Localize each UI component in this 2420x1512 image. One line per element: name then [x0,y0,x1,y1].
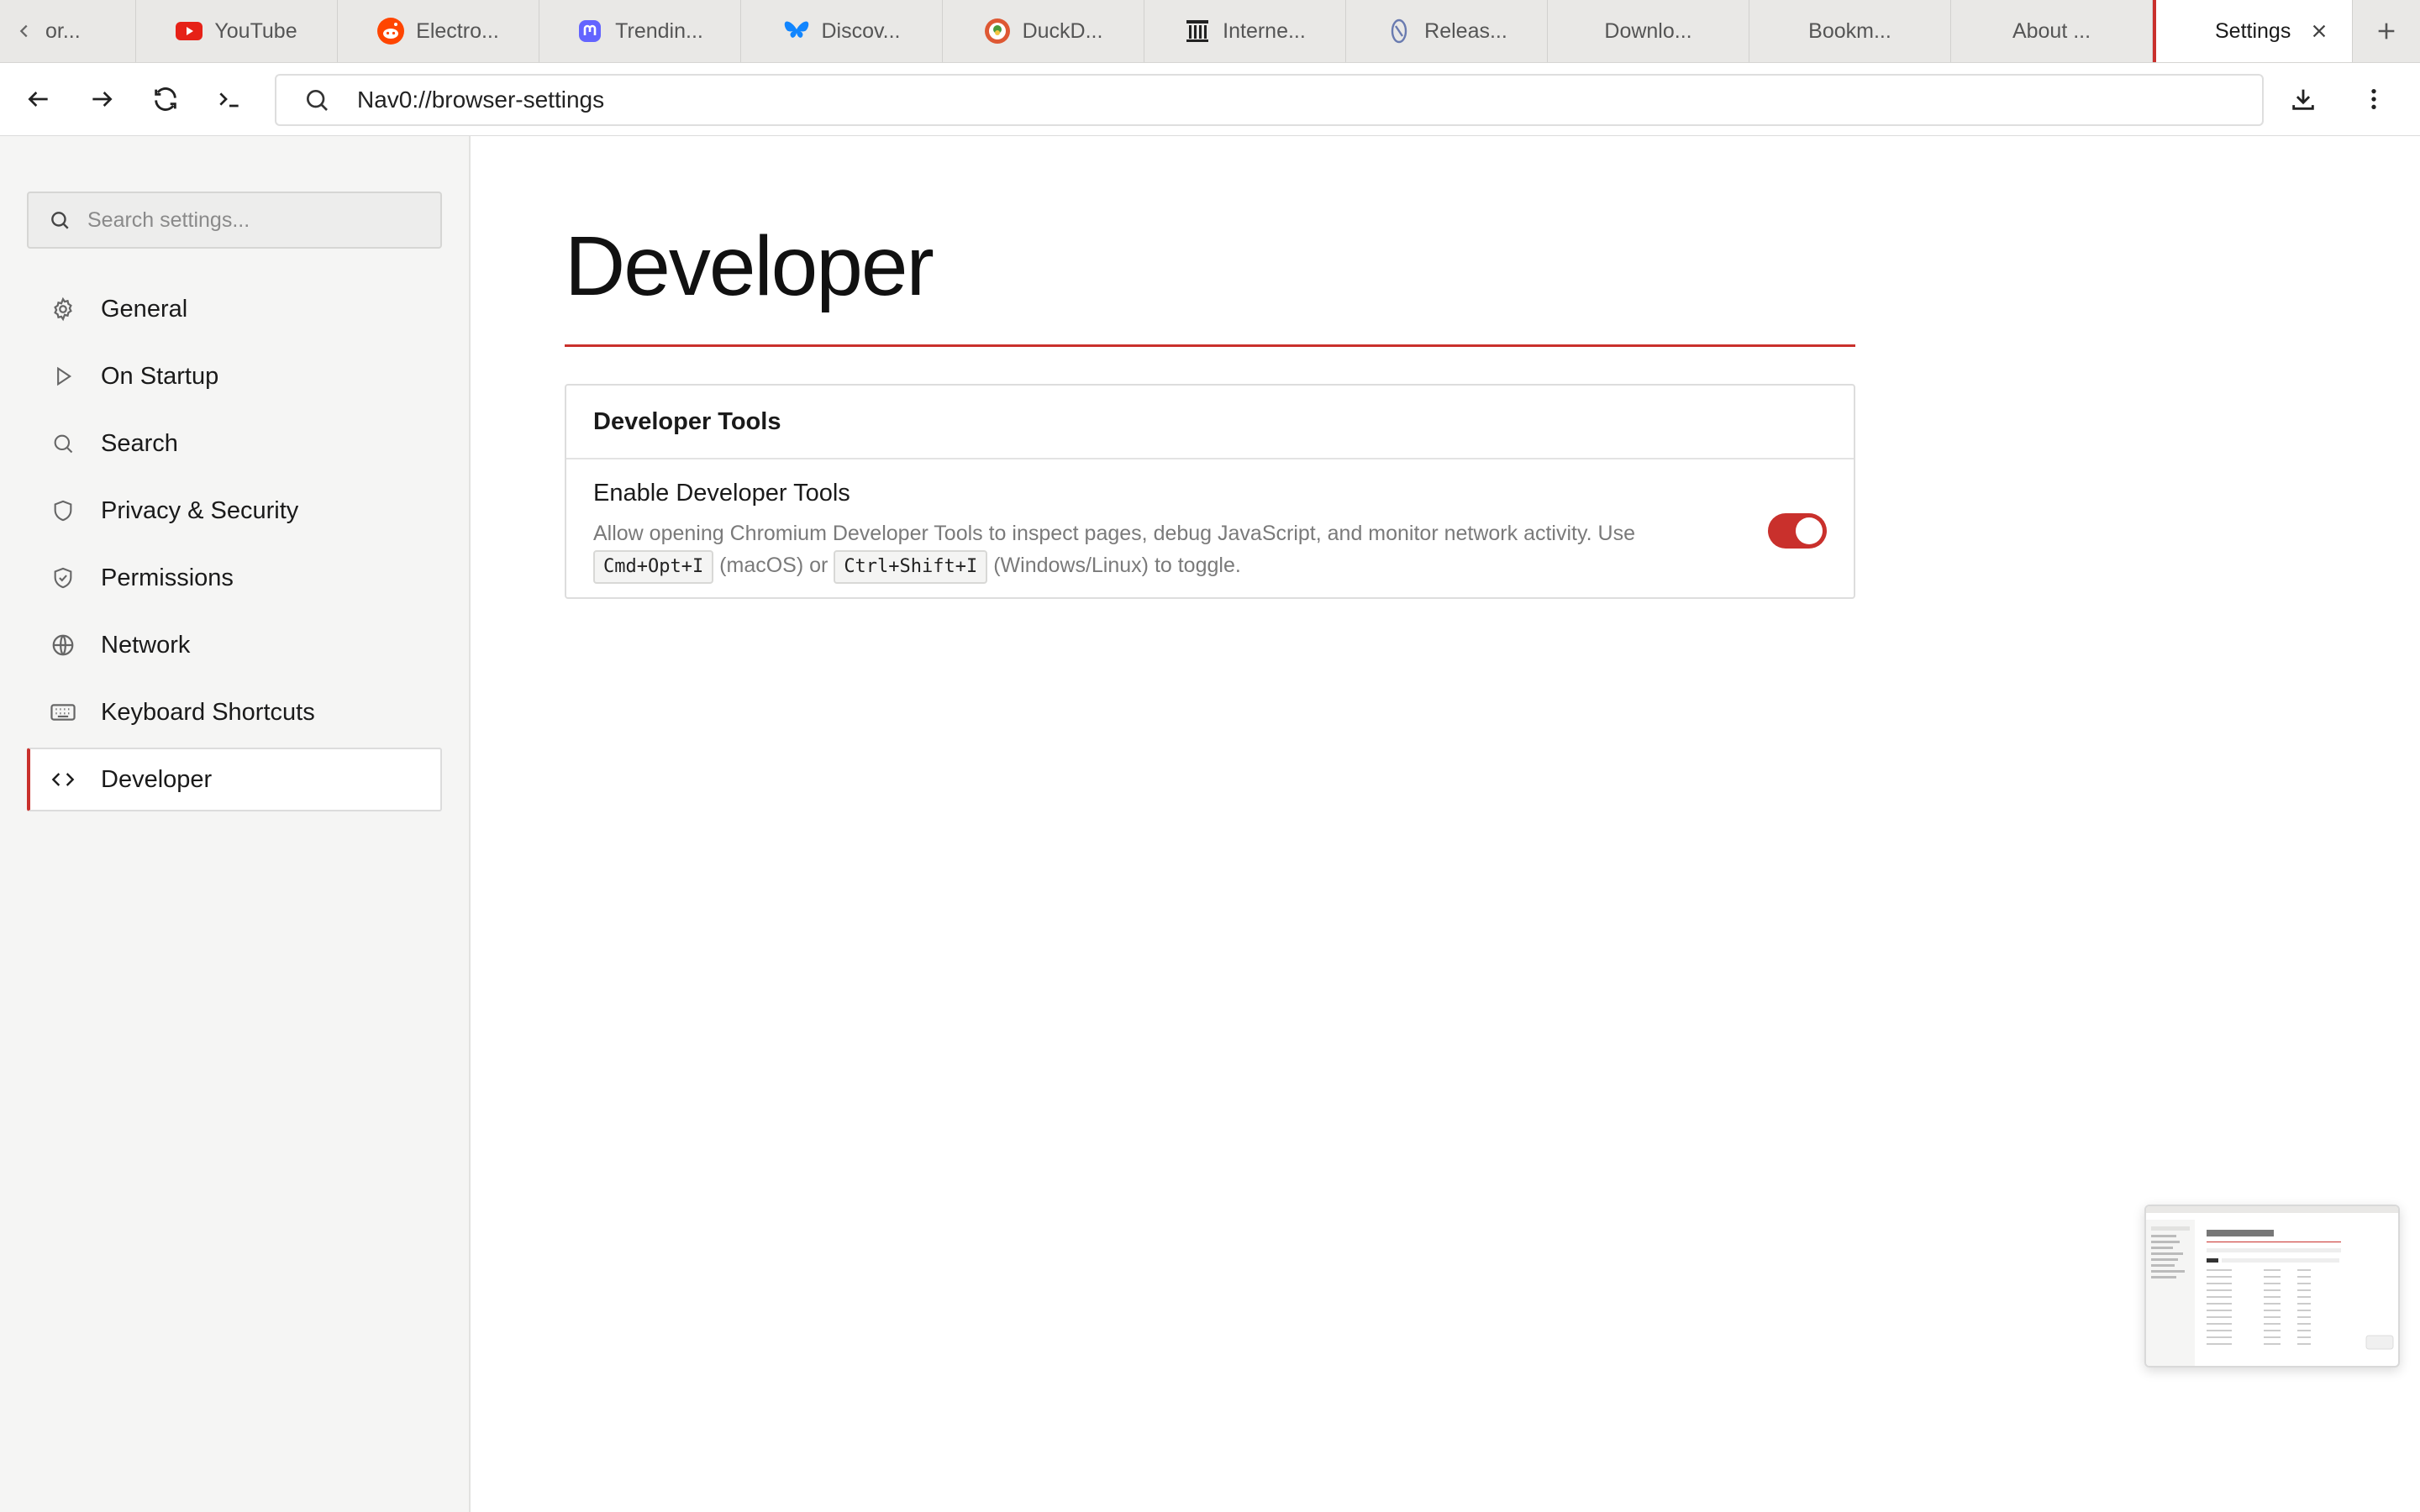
sidebar-item-developer[interactable]: Developer [27,748,442,811]
search-icon [45,206,74,234]
toolbar [0,63,2420,136]
desc-text: Allow opening Chromium Developer Tools t… [593,522,1635,545]
chevron-left-icon[interactable] [15,22,34,40]
tab-bookmarks[interactable]: Bookm... [1749,0,1951,62]
globe-icon [49,631,77,659]
new-tab-button[interactable] [2353,0,2420,62]
tab-reddit[interactable]: Electro... [338,0,539,62]
tab-label: Releas... [1424,18,1507,43]
tab-label: DuckD... [1022,18,1103,43]
tab-internet-archive[interactable]: Interne... [1144,0,1346,62]
settings-search-input[interactable] [86,207,439,234]
reddit-icon [377,18,405,45]
settings-nav: General On Startup Search Privacy & Secu… [27,277,442,815]
tab-label: Electro... [416,18,499,43]
close-icon[interactable] [2310,22,2328,40]
arrow-right-icon [88,86,115,113]
title-divider [565,344,1855,347]
tab-label: Trendin... [615,18,703,43]
sidebar-item-label: Privacy & Security [101,496,299,524]
sidebar-item-general[interactable]: General [27,277,442,341]
sidebar-item-network[interactable]: Network [27,613,442,677]
mastodon-icon [576,18,603,45]
shortcut-windows-linux: Ctrl+Shift+I [834,550,988,584]
desc-text: (Windows/Linux) to toggle. [993,554,1241,577]
card-header: Developer Tools [566,386,1854,459]
tab-label: Settings [2215,18,2291,43]
tab-label: Discov... [821,18,901,43]
tab-label: or... [45,18,81,43]
tab-label: Bookm... [1808,18,1891,43]
terminal-icon [216,86,243,113]
search-icon [49,429,77,458]
preview-image [2146,1206,2398,1366]
forward-button[interactable] [82,80,121,118]
tab-strip: or... YouTube Electro... Trendin... Disc… [0,0,2420,63]
address-bar[interactable] [275,74,2264,126]
settings-search[interactable] [27,192,442,249]
sidebar-item-search[interactable]: Search [27,412,442,475]
tab-label: About ... [2012,18,2091,43]
internet-archive-icon [1184,18,1211,45]
sidebar-item-label: Permissions [101,564,234,591]
sidebar-item-keyboard-shortcuts[interactable]: Keyboard Shortcuts [27,680,442,744]
tab-duckduckgo[interactable]: DuckD... [943,0,1144,62]
sidebar-item-label: Search [101,429,178,457]
sidebar-item-label: Network [101,631,191,659]
keyboard-icon [49,698,77,727]
tab-about[interactable]: About ... [1951,0,2153,62]
search-icon [300,83,334,117]
setting-row-enable-devtools: Enable Developer Tools Allow opening Chr… [566,459,1854,604]
tab-releases[interactable]: Releas... [1346,0,1548,62]
tab-mastodon[interactable]: Trendin... [539,0,741,62]
url-input[interactable] [355,86,2204,114]
tab-label: Downlo... [1604,18,1692,43]
sidebar-item-privacy-security[interactable]: Privacy & Security [27,479,442,543]
setting-description: Allow opening Chromium Developer Tools t… [593,517,1686,584]
download-icon [2289,85,2317,113]
sidebar-item-permissions[interactable]: Permissions [27,546,442,610]
sidebar-item-label: General [101,295,188,323]
sidebar-item-label: Developer [101,765,213,793]
tab-downloads[interactable]: Downlo... [1548,0,1749,62]
tab-partial[interactable]: or... [0,0,136,62]
sidebar-item-on-startup[interactable]: On Startup [27,344,442,408]
release-icon [1386,18,1413,45]
devtools-button[interactable] [210,80,249,118]
tab-youtube[interactable]: YouTube [136,0,338,62]
shortcut-mac: Cmd+Opt+I [593,550,714,584]
duckduckgo-icon [984,18,1011,45]
settings-content: Developer Developer Tools Enable Develop… [472,136,2420,1512]
sidebar-item-label: Keyboard Shortcuts [101,698,315,726]
tab-label: Interne... [1223,18,1306,43]
setting-title: Enable Developer Tools [593,480,850,507]
reload-button[interactable] [146,80,185,118]
code-icon [49,765,77,794]
downloads-button[interactable] [2284,80,2323,118]
enable-devtools-toggle[interactable] [1768,513,1827,549]
desc-text: (macOS) or [719,554,829,577]
arrow-left-icon [25,86,52,113]
tab-preview-thumbnail[interactable] [2144,1205,2400,1368]
menu-button[interactable] [2354,80,2393,118]
tab-label: YouTube [214,18,297,43]
shield-icon [49,496,77,525]
bluesky-icon [783,18,810,45]
youtube-icon [176,18,203,45]
tab-bluesky[interactable]: Discov... [741,0,943,62]
developer-tools-card: Developer Tools Enable Developer Tools A… [565,384,1855,599]
plus-icon[interactable] [2375,19,2398,43]
tab-settings[interactable]: Settings [2153,0,2353,62]
toggle-knob [1796,517,1823,544]
settings-sidebar: General On Startup Search Privacy & Secu… [0,136,471,1512]
sidebar-item-label: On Startup [101,362,219,390]
shield-check-icon [49,564,77,592]
reload-icon [151,85,180,113]
back-button[interactable] [19,80,58,118]
gear-icon [49,295,77,323]
page-title: Developer [565,219,934,313]
play-icon [49,362,77,391]
more-vertical-icon [2360,86,2387,113]
